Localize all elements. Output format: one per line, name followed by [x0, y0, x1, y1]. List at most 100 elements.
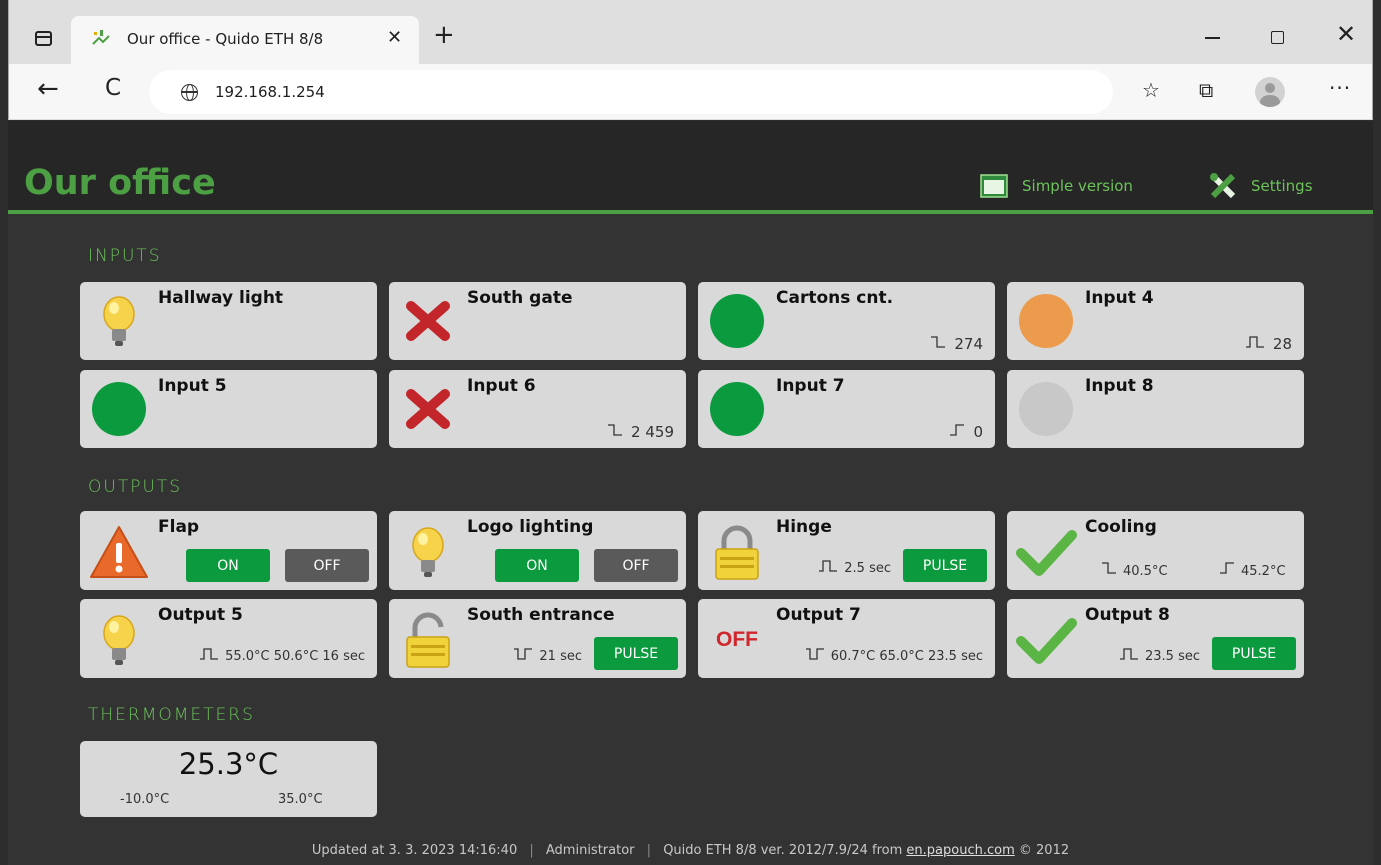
page-content: Our office Simple version Settings INPUT…	[8, 121, 1373, 865]
tab-favicon-icon	[92, 30, 110, 45]
input-card: Input 6 2 459	[389, 370, 686, 448]
green-dot-icon	[88, 378, 150, 440]
low-temp: 40.5°C	[1123, 564, 1168, 579]
output-card: Output 8 23.5 sec PULSE	[1007, 599, 1304, 678]
output-info: 23.5 sec	[1119, 647, 1200, 665]
input-name: Input 6	[467, 376, 536, 396]
profile-avatar[interactable]	[1255, 77, 1285, 107]
url-text: 192.168.1.254	[215, 83, 325, 101]
output-name: Hinge	[776, 517, 832, 537]
favorites-icon[interactable]: ☆	[1142, 78, 1160, 102]
collections-icon[interactable]: ⧉	[1199, 78, 1213, 102]
settings-label: Settings	[1251, 177, 1313, 195]
simple-version-link[interactable]: Simple version	[980, 171, 1133, 201]
browser-window: Our office - Quido ETH 8/8 ✕ + ✕ ← C 192…	[8, 0, 1373, 865]
input-name: Cartons cnt.	[776, 288, 894, 308]
page-title: Our office	[24, 163, 216, 203]
output-card: Flap ON OFF	[80, 511, 377, 590]
off-button[interactable]: OFF	[594, 549, 678, 582]
input-name: Input 7	[776, 376, 845, 396]
more-menu-icon[interactable]: ···	[1329, 76, 1351, 100]
input-card: Input 5	[80, 370, 377, 448]
output-name: Logo lighting	[467, 517, 594, 537]
input-name: South gate	[467, 288, 573, 308]
output-card: Cooling 40.5°C 45.2°C	[1007, 511, 1304, 590]
output-info: 2.5 sec	[818, 559, 891, 577]
input-counter: 0	[949, 423, 983, 441]
address-bar: ← C 192.168.1.254 ☆ ⧉ ···	[8, 64, 1373, 120]
on-button[interactable]: ON	[186, 549, 270, 582]
thermometer-max: 35.0°C	[278, 792, 323, 807]
pulse-button[interactable]: PULSE	[594, 637, 678, 670]
footer-link[interactable]: en.papouch.com	[906, 843, 1014, 858]
output-info: 21 sec	[513, 647, 582, 665]
input-card: Input 7 0	[698, 370, 995, 448]
output-name: Cooling	[1085, 517, 1157, 537]
pulse-edge-icon	[1119, 647, 1139, 665]
lock-closed-icon	[706, 521, 768, 583]
cooling-high: 45.2°C	[1219, 561, 1286, 579]
lock-open-icon	[397, 609, 459, 671]
off-button[interactable]: OFF	[285, 549, 369, 582]
on-button[interactable]: ON	[495, 549, 579, 582]
pulse-edge-icon	[199, 647, 219, 665]
output-card: OFF Output 7 60.7°C 65.0°C 23.5 sec	[698, 599, 995, 678]
input-name: Input 8	[1085, 376, 1154, 396]
neg-pulse-edge-icon	[513, 647, 533, 665]
bulb-icon	[88, 609, 150, 671]
info-value: 2.5 sec	[844, 560, 891, 576]
pulse-button[interactable]: PULSE	[903, 549, 987, 582]
maximize-icon[interactable]	[1271, 31, 1284, 44]
bulb-icon	[88, 290, 150, 352]
footer-user: Administrator	[545, 843, 635, 858]
pulse-button[interactable]: PULSE	[1212, 637, 1296, 670]
window-menu-icon[interactable]	[35, 31, 52, 46]
output-card: Output 5 55.0°C 50.6°C 16 sec	[80, 599, 377, 678]
window-icon	[980, 174, 1008, 198]
info-value: 23.5 sec	[1145, 648, 1200, 664]
close-window-icon[interactable]: ✕	[1336, 20, 1356, 48]
output-info: 60.7°C 65.0°C 23.5 sec	[805, 647, 983, 665]
high-temp: 45.2°C	[1241, 564, 1286, 579]
page-header: Our office Simple version Settings	[8, 121, 1373, 214]
thermometers-section-title: THERMOMETERS	[88, 705, 255, 725]
tab-title: Our office - Quido ETH 8/8	[127, 30, 324, 48]
output-name: Output 7	[776, 605, 861, 625]
minimize-icon[interactable]	[1205, 37, 1220, 39]
red-x-icon	[397, 378, 459, 440]
input-counter: 2 459	[607, 423, 674, 441]
inputs-section-title: INPUTS	[88, 246, 162, 266]
bulb-icon	[397, 521, 459, 583]
pulse-edge-icon	[1245, 335, 1265, 353]
input-card: Input 8	[1007, 370, 1304, 448]
globe-icon	[181, 84, 198, 101]
output-card: South entrance 21 sec PULSE	[389, 599, 686, 678]
footer-separator: |	[529, 843, 534, 858]
input-name: Input 4	[1085, 288, 1154, 308]
url-field[interactable]: 192.168.1.254	[149, 70, 1113, 114]
output-name: Output 8	[1085, 605, 1170, 625]
thermometer-min: -10.0°C	[120, 792, 170, 807]
input-name: Hallway light	[158, 288, 284, 308]
footer: Updated at 3. 3. 2023 14:16:40 | Adminis…	[8, 843, 1373, 858]
pulse-edge-icon	[818, 559, 838, 577]
settings-link[interactable]: Settings	[1209, 171, 1313, 201]
footer-updated: Updated at 3. 3. 2023 14:16:40	[311, 843, 518, 858]
falling-edge-icon	[607, 423, 623, 441]
simple-version-label: Simple version	[1022, 177, 1133, 195]
warning-icon	[88, 521, 150, 583]
off-indicator-text: OFF	[716, 628, 758, 651]
reload-button[interactable]: C	[105, 75, 121, 101]
orange-dot-icon	[1015, 290, 1077, 352]
output-info: 55.0°C 50.6°C 16 sec	[199, 647, 365, 665]
cooling-low: 40.5°C	[1101, 561, 1168, 579]
input-card: Hallway light	[80, 282, 377, 360]
input-counter: 274	[930, 335, 983, 353]
new-tab-button[interactable]: +	[433, 20, 455, 50]
output-name: South entrance	[467, 605, 615, 625]
output-name: Output 5	[158, 605, 243, 625]
tab-close-icon[interactable]: ✕	[387, 27, 402, 48]
browser-tab[interactable]: Our office - Quido ETH 8/8 ✕	[71, 16, 419, 64]
output-card: Logo lighting ON OFF	[389, 511, 686, 590]
back-button[interactable]: ←	[37, 74, 59, 104]
